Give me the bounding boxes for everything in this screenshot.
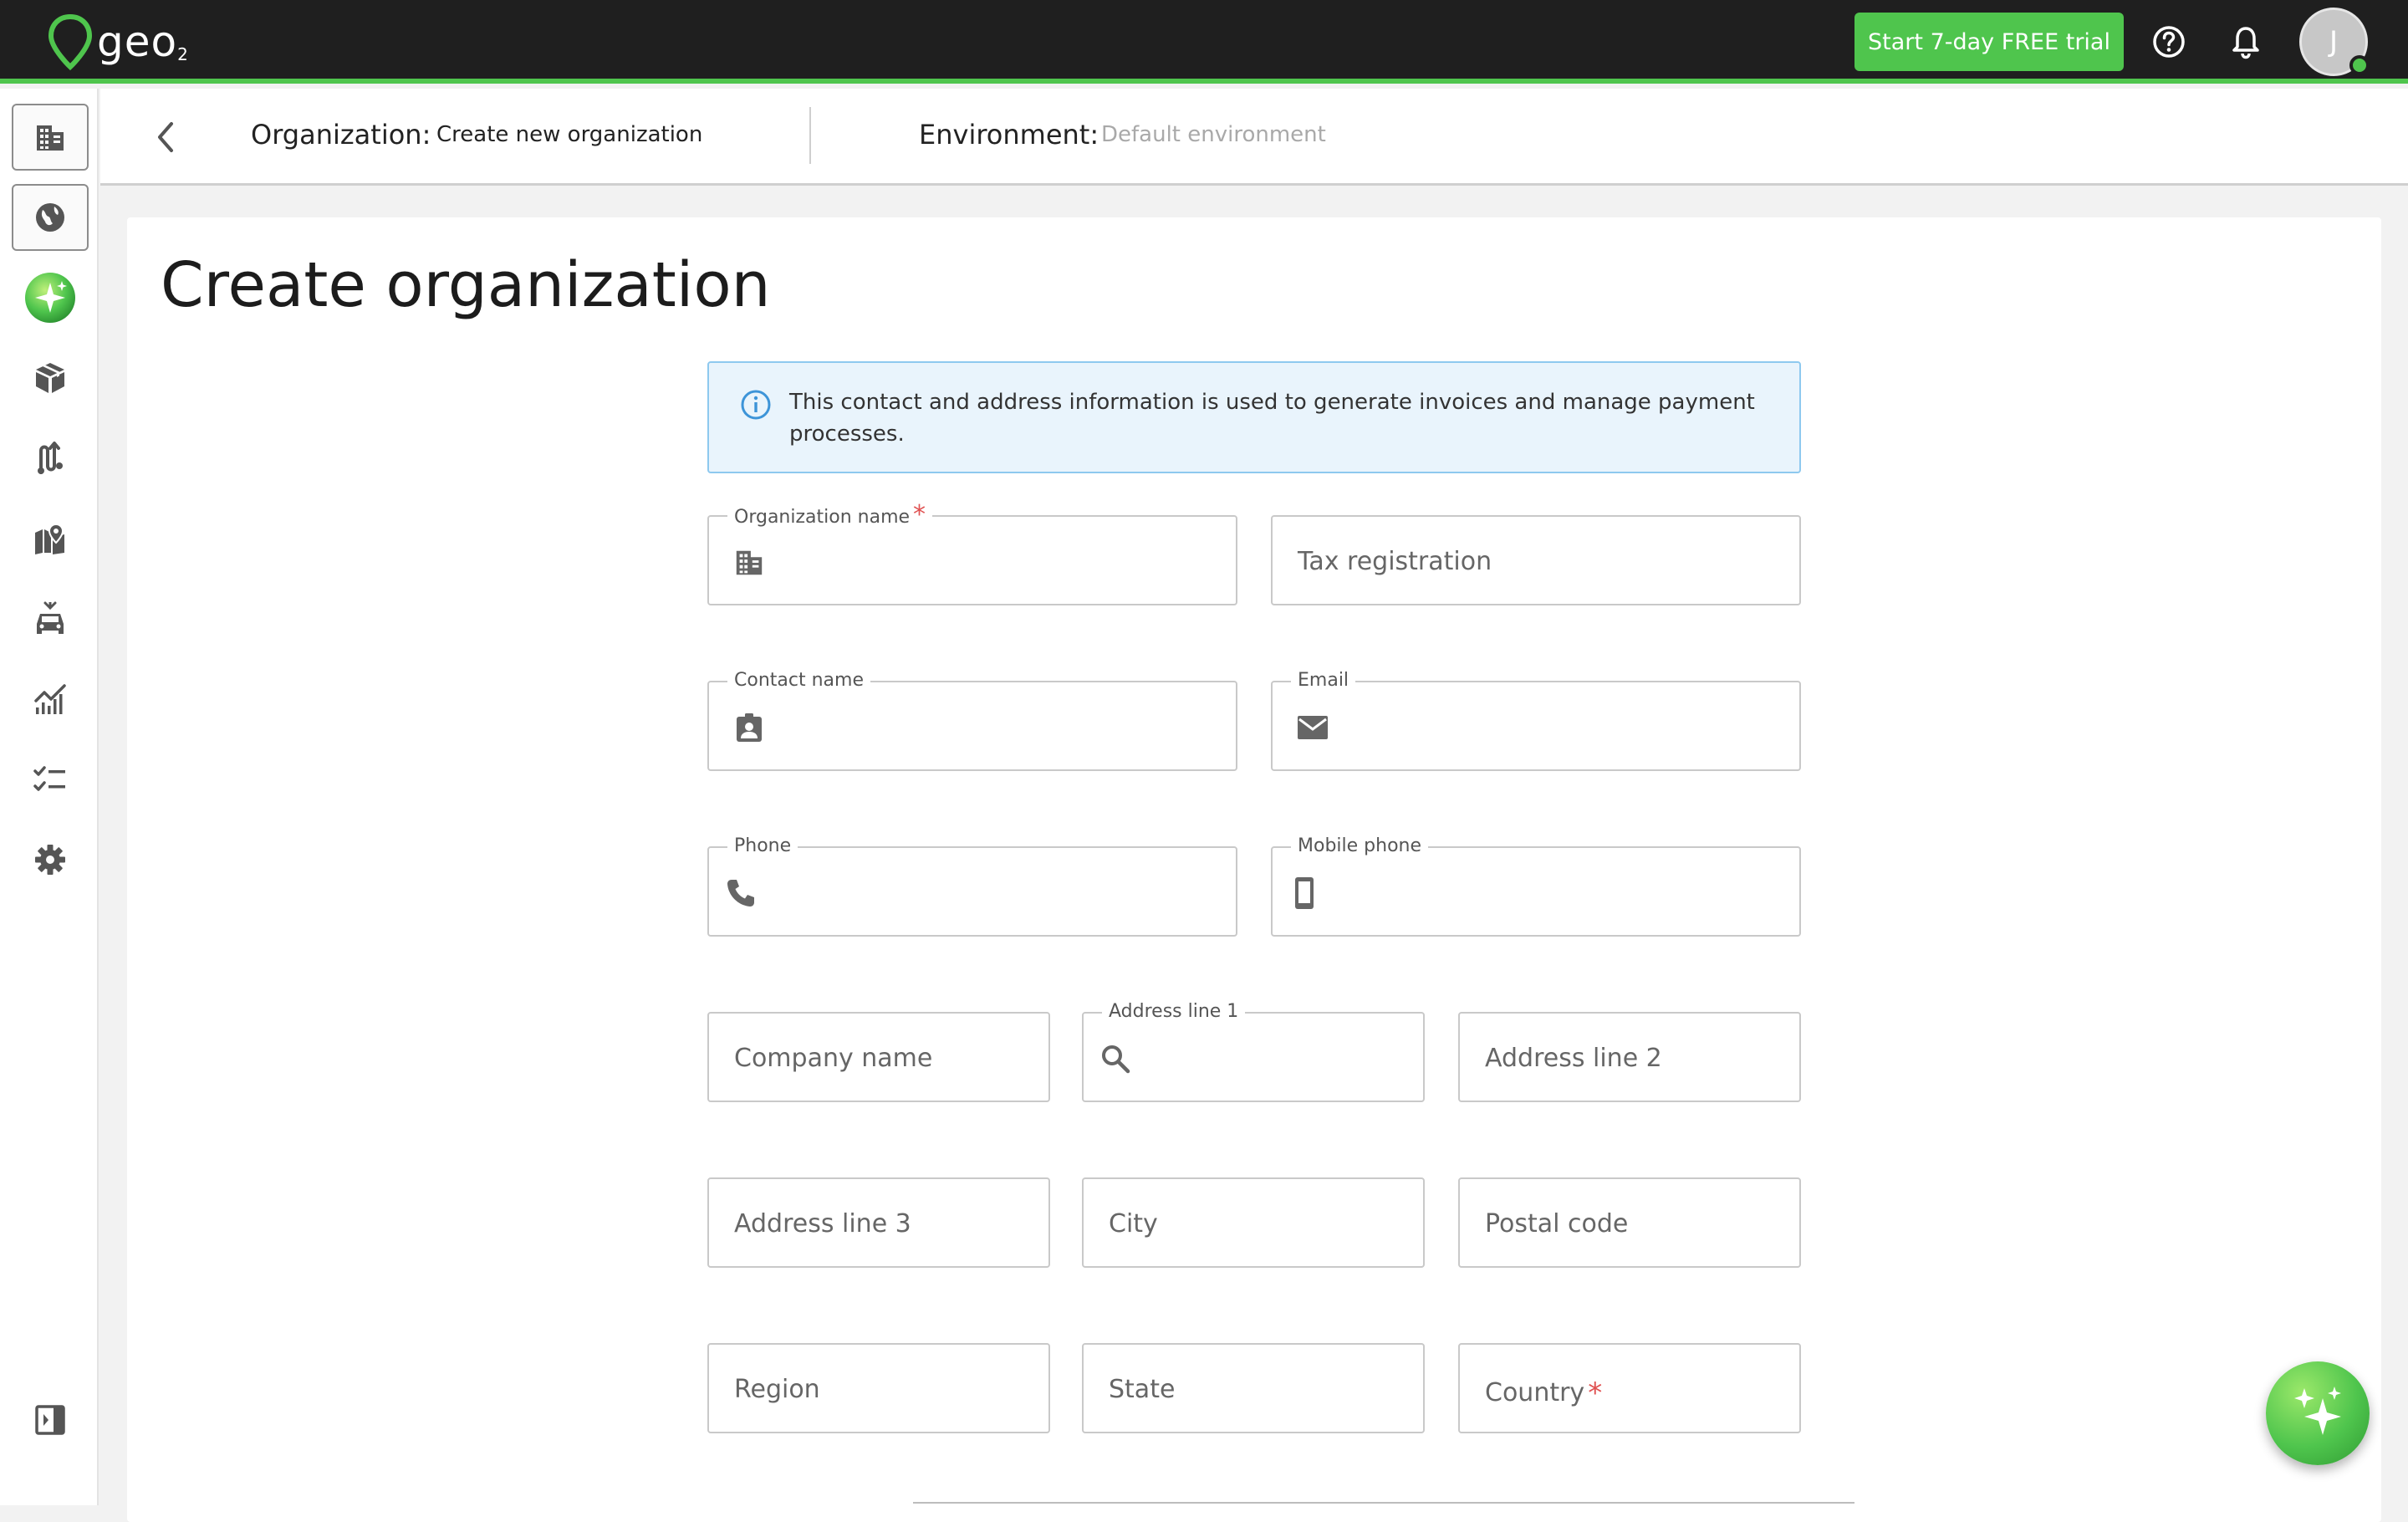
email-field[interactable]: Email bbox=[1271, 669, 1801, 771]
online-status-dot bbox=[2349, 55, 2370, 75]
phone-field[interactable]: Phone bbox=[707, 835, 1237, 937]
location-pin-logo-icon bbox=[48, 13, 93, 71]
sidebar-item-analytics[interactable] bbox=[12, 666, 89, 733]
contact-name-label: Contact name bbox=[727, 669, 870, 692]
geo-logo[interactable]: geo 2 bbox=[47, 12, 188, 72]
mobile-phone-icon bbox=[1288, 876, 1321, 910]
notification-bell-icon[interactable] bbox=[2226, 22, 2266, 62]
chevron-left-icon bbox=[158, 122, 173, 152]
environment-selector[interactable]: Default environment bbox=[1101, 122, 1326, 147]
required-asterisk: * bbox=[1588, 1376, 1603, 1410]
contact-name-input[interactable] bbox=[784, 704, 1219, 751]
package-icon bbox=[36, 363, 64, 393]
address-line-1-input[interactable] bbox=[1159, 1035, 1406, 1082]
building-icon bbox=[732, 545, 766, 579]
organization-label: Organization: bbox=[251, 119, 431, 151]
phone-input[interactable] bbox=[784, 870, 1219, 917]
main-card: Create organization This contact and add… bbox=[127, 217, 2381, 1522]
address-line-2-field[interactable]: Address line 2 bbox=[1458, 1012, 1801, 1102]
sidebar-item-packages[interactable] bbox=[12, 345, 89, 411]
checklist-icon bbox=[33, 766, 65, 791]
page-title: Create organization bbox=[161, 249, 771, 321]
address-line-1-field[interactable]: Address line 1 bbox=[1082, 1000, 1425, 1102]
context-header: Organization: Create new organization En… bbox=[100, 89, 2408, 186]
sidebar-item-vehicles[interactable] bbox=[12, 585, 89, 652]
address-line-1-label: Address line 1 bbox=[1102, 1000, 1246, 1024]
email-label: Email bbox=[1291, 669, 1356, 692]
logo-subscript: 2 bbox=[177, 44, 188, 64]
sidebar-item-settings[interactable] bbox=[12, 826, 89, 893]
state-field[interactable]: State bbox=[1082, 1343, 1425, 1433]
email-icon bbox=[1296, 711, 1329, 744]
sidebar-item-map[interactable] bbox=[12, 505, 89, 572]
environment-label: Environment: bbox=[919, 119, 1099, 151]
info-icon bbox=[741, 390, 771, 420]
sidebar-item-organizations[interactable] bbox=[12, 104, 89, 171]
organization-name-label: Organization name * bbox=[727, 500, 933, 529]
country-placeholder: Country * bbox=[1485, 1376, 1603, 1410]
mobile-phone-input[interactable] bbox=[1348, 870, 1783, 917]
back-button[interactable] bbox=[142, 114, 189, 161]
postal-code-field[interactable]: Postal code bbox=[1458, 1177, 1801, 1268]
organization-selector[interactable]: Create new organization bbox=[436, 122, 702, 147]
avatar-initial: J bbox=[2329, 25, 2339, 59]
address-line-3-field[interactable]: Address line 3 bbox=[707, 1177, 1050, 1268]
info-text: This contact and address information is … bbox=[789, 390, 1755, 447]
required-asterisk: * bbox=[913, 500, 926, 529]
analytics-icon bbox=[34, 684, 66, 714]
phone-label: Phone bbox=[727, 835, 798, 858]
info-banner: This contact and address information is … bbox=[707, 361, 1801, 473]
top-bar: geo 2 Start 7-day FREE trial J bbox=[0, 0, 2408, 84]
phone-icon bbox=[724, 876, 758, 910]
company-name-field[interactable]: Company name bbox=[707, 1012, 1050, 1102]
sidebar-item-tasks[interactable] bbox=[12, 746, 89, 813]
sidebar-collapse-button[interactable] bbox=[12, 1387, 89, 1453]
sidebar bbox=[0, 89, 99, 1505]
sidebar-item-routes[interactable] bbox=[12, 425, 89, 492]
sidebar-item-environments[interactable] bbox=[12, 184, 89, 251]
header-divider bbox=[809, 107, 811, 164]
sidebar-item-ai-assistant[interactable] bbox=[12, 264, 89, 331]
search-icon bbox=[1099, 1042, 1132, 1075]
building-icon bbox=[37, 125, 64, 151]
ai-assistant-fab[interactable] bbox=[2266, 1361, 2370, 1465]
gear-icon bbox=[35, 845, 65, 875]
route-icon bbox=[38, 442, 63, 474]
postal-code-placeholder: Postal code bbox=[1485, 1209, 1629, 1239]
contact-badge-icon bbox=[732, 711, 766, 744]
globe-icon bbox=[36, 203, 64, 232]
tax-registration-placeholder: Tax registration bbox=[1298, 547, 1492, 576]
address-line-2-placeholder: Address line 2 bbox=[1485, 1044, 1662, 1073]
mobile-phone-field[interactable]: Mobile phone bbox=[1271, 835, 1801, 937]
sparkle-icon bbox=[2294, 1387, 2341, 1435]
contact-name-field[interactable]: Contact name bbox=[707, 669, 1237, 771]
city-field[interactable]: City bbox=[1082, 1177, 1425, 1268]
sparkle-gradient-icon bbox=[25, 273, 75, 323]
company-name-placeholder: Company name bbox=[734, 1044, 933, 1073]
email-input[interactable] bbox=[1348, 704, 1783, 751]
organization-name-field[interactable]: Organization name * bbox=[707, 503, 1237, 605]
region-placeholder: Region bbox=[734, 1375, 820, 1404]
address-line-3-placeholder: Address line 3 bbox=[734, 1209, 911, 1239]
help-icon[interactable] bbox=[2149, 22, 2189, 62]
city-placeholder: City bbox=[1109, 1209, 1158, 1239]
logo-text: geo bbox=[97, 18, 178, 66]
organization-name-input[interactable] bbox=[784, 539, 1219, 585]
sidebar-collapse-icon bbox=[35, 1405, 65, 1435]
state-placeholder: State bbox=[1109, 1375, 1176, 1404]
map-pin-icon bbox=[35, 523, 64, 554]
country-field[interactable]: Country * bbox=[1458, 1343, 1801, 1433]
vehicle-icon bbox=[37, 601, 64, 634]
tax-registration-field[interactable]: Tax registration bbox=[1271, 515, 1801, 605]
start-free-trial-button[interactable]: Start 7-day FREE trial bbox=[1854, 13, 2124, 71]
region-field[interactable]: Region bbox=[707, 1343, 1050, 1433]
mobile-phone-label: Mobile phone bbox=[1291, 835, 1429, 858]
section-divider bbox=[913, 1502, 1854, 1504]
